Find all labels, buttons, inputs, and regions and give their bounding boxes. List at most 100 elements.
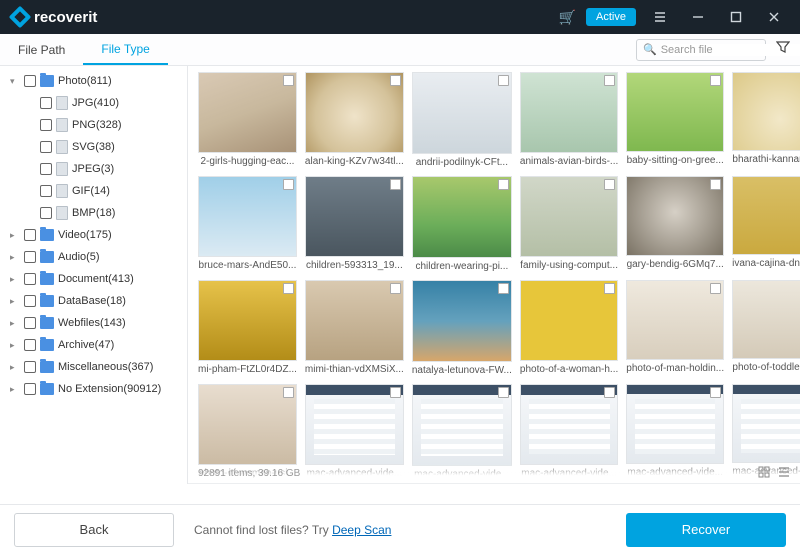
checkbox[interactable] [390,179,401,190]
checkbox[interactable] [24,383,36,395]
thumbnail-image[interactable] [520,280,618,361]
thumbnail-card[interactable]: photo-of-a-woman-h... [520,280,618,376]
thumbnail-image[interactable] [198,72,297,153]
sidebar-item[interactable]: ▸Webfiles(143) [0,312,187,334]
active-button[interactable]: Active [586,8,636,26]
sidebar-item[interactable]: ▸Video(175) [0,224,187,246]
thumbnail-image[interactable] [626,384,724,464]
deep-scan-link[interactable]: Deep Scan [332,523,391,537]
thumbnail-image[interactable] [520,72,618,153]
thumbnail-image[interactable] [732,72,800,151]
checkbox[interactable] [40,119,52,131]
checkbox[interactable] [390,387,401,398]
thumbnail-card[interactable]: alan-king-KZv7w34tl... [305,72,404,168]
checkbox[interactable] [283,75,294,86]
thumbnail-card[interactable]: photo-of-woman-usi... [198,384,297,480]
checkbox[interactable] [24,273,36,285]
thumbnail-card[interactable]: mi-pham-FtZL0r4DZ... [198,280,297,376]
thumbnail-image[interactable] [520,176,618,257]
sidebar-item[interactable]: ▸DataBase(18) [0,290,187,312]
thumbnail-card[interactable]: baby-sitting-on-gree... [626,72,724,168]
back-button[interactable]: Back [14,513,174,547]
thumbnail-card[interactable]: mac-advanced-vide... [520,384,618,480]
thumbnail-image[interactable] [732,176,800,255]
checkbox[interactable] [24,251,36,263]
chevron-right-icon[interactable]: ▸ [10,318,20,329]
thumbnail-card[interactable]: mac-advanced-vide... [626,384,724,480]
sidebar-subitem[interactable]: PNG(328) [0,114,187,136]
thumbnail-card[interactable]: gary-bendig-6GMq7... [626,176,724,272]
checkbox[interactable] [24,317,36,329]
checkbox[interactable] [390,75,401,86]
sidebar-item[interactable]: ▸No Extension(90912) [0,378,187,400]
checkbox[interactable] [40,97,52,109]
thumbnail-image[interactable] [412,384,512,466]
recover-button[interactable]: Recover [626,513,786,547]
thumbnail-card[interactable]: ivana-cajina-dnL6ZI... [732,176,800,272]
thumbnail-card[interactable]: photo-of-toddler-sm... [732,280,800,376]
chevron-right-icon[interactable]: ▸ [10,230,20,241]
checkbox[interactable] [24,295,36,307]
thumbnail-card[interactable]: mimi-thian-vdXMSiX... [305,280,404,376]
checkbox[interactable] [498,387,509,398]
view-grid-icon[interactable] [758,466,770,481]
checkbox[interactable] [24,339,36,351]
grid-scroll[interactable]: 2-girls-hugging-eac...alan-king-KZv7w34t… [188,66,800,484]
thumbnail-card[interactable]: bharathi-kannan-rfL... [732,72,800,168]
tab-file-type[interactable]: File Type [83,34,167,65]
thumbnail-card[interactable]: animals-avian-birds-... [520,72,618,168]
chevron-right-icon[interactable]: ▸ [10,274,20,285]
sidebar-subitem[interactable]: BMP(18) [0,202,187,224]
thumbnail-image[interactable] [732,280,800,359]
thumbnail-image[interactable] [626,176,724,256]
thumbnail-card[interactable]: photo-of-man-holdin... [626,280,724,376]
search-box[interactable]: 🔍 [636,39,766,61]
thumbnail-card[interactable]: 2-girls-hugging-eac... [198,72,297,168]
thumbnail-card[interactable]: mac-advanced-vide... [305,384,404,480]
close-button[interactable] [760,3,788,31]
thumbnail-image[interactable] [198,384,297,465]
checkbox[interactable] [283,283,294,294]
checkbox[interactable] [40,207,52,219]
checkbox[interactable] [604,387,615,398]
checkbox[interactable] [604,75,615,86]
filter-icon[interactable] [776,40,790,59]
thumbnail-card[interactable]: family-using-comput... [520,176,618,272]
thumbnail-card[interactable]: children-wearing-pi... [412,176,512,272]
thumbnail-card[interactable]: bruce-mars-AndE50... [198,176,297,272]
chevron-right-icon[interactable]: ▸ [10,296,20,307]
checkbox[interactable] [24,229,36,241]
thumbnail-image[interactable] [305,176,404,257]
thumbnail-image[interactable] [412,280,512,362]
sidebar-item[interactable]: ▸Document(413) [0,268,187,290]
chevron-right-icon[interactable]: ▸ [10,340,20,351]
checkbox[interactable] [283,179,294,190]
checkbox[interactable] [40,163,52,175]
menu-icon[interactable] [646,3,674,31]
thumbnail-image[interactable] [626,72,724,152]
view-list-icon[interactable] [778,466,790,481]
thumbnail-image[interactable] [626,280,724,360]
thumbnail-image[interactable] [198,176,297,257]
thumbnail-image[interactable] [198,280,297,361]
minimize-button[interactable] [684,3,712,31]
sidebar-subitem[interactable]: JPG(410) [0,92,187,114]
checkbox[interactable] [604,283,615,294]
checkbox[interactable] [24,361,36,373]
maximize-button[interactable] [722,3,750,31]
checkbox[interactable] [498,75,509,86]
sidebar-item[interactable]: ▸Archive(47) [0,334,187,356]
thumbnail-image[interactable] [412,176,512,258]
checkbox[interactable] [390,283,401,294]
thumbnail-card[interactable]: andrii-podilnyk-CFt... [412,72,512,168]
checkbox[interactable] [710,283,721,294]
sidebar-subitem[interactable]: SVG(38) [0,136,187,158]
checkbox[interactable] [498,179,509,190]
chevron-down-icon[interactable]: ▾ [10,76,20,87]
chevron-right-icon[interactable]: ▸ [10,252,20,263]
sidebar-item[interactable]: ▾Photo(811) [0,70,187,92]
tab-file-path[interactable]: File Path [0,34,83,65]
thumbnail-image[interactable] [520,384,618,465]
checkbox[interactable] [498,283,509,294]
checkbox[interactable] [283,387,294,398]
